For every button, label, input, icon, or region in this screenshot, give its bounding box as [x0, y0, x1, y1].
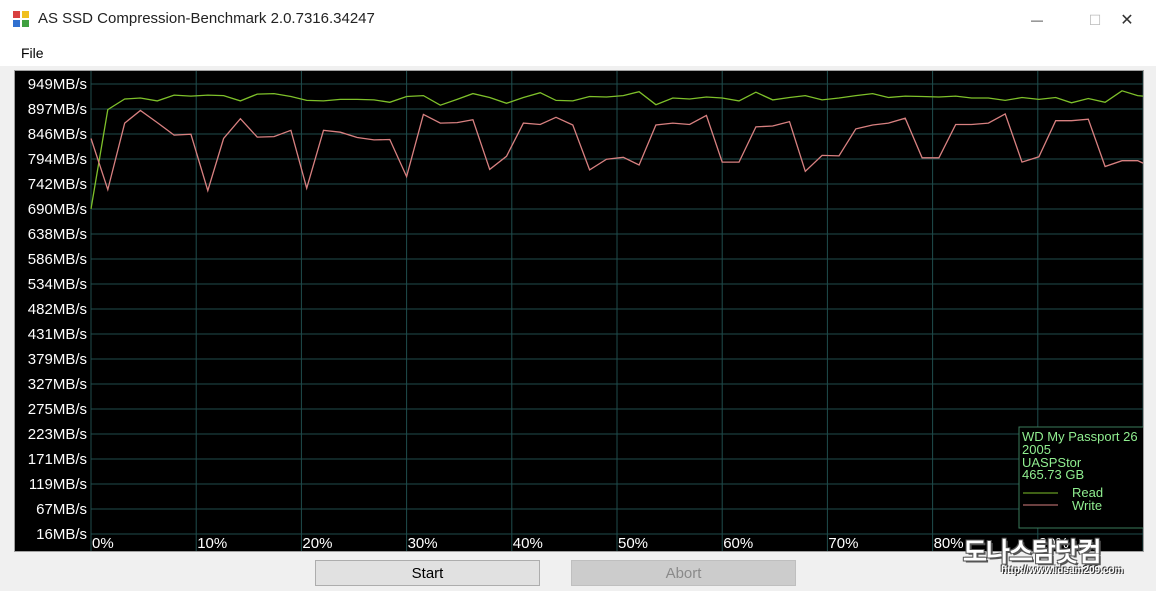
x-tick-label: 20% [302, 535, 332, 551]
y-axis-labels: 949MB/s 897MB/s 846MB/s 794MB/s 742MB/s 690MB… [28, 76, 87, 543]
y-tick-label: 742MB/s [28, 176, 87, 193]
y-tick-label: 949MB/s [28, 76, 87, 93]
x-tick-label: 50% [618, 535, 648, 551]
app-icon [13, 11, 29, 27]
y-tick-label: 275MB/s [28, 401, 87, 418]
legend-write-label: Write [1072, 498, 1102, 513]
minimize-icon: — [1031, 13, 1043, 27]
abort-button: Abort [571, 560, 796, 586]
x-tick-label: 40% [513, 535, 543, 551]
y-tick-label: 171MB/s [28, 451, 87, 468]
close-icon: ✕ [1120, 12, 1134, 29]
y-tick-label: 431MB/s [28, 326, 87, 343]
chart-grid [90, 71, 1143, 551]
x-tick-label: 70% [828, 535, 858, 551]
x-tick-label: 80% [934, 535, 964, 551]
x-tick-label: 30% [408, 535, 438, 551]
watermark: 도나스탐닷컴 http://www.idsam209.com [963, 532, 1143, 582]
watermark-url: http://www.idsam209.com [1001, 565, 1124, 576]
title-bar: AS SSD Compression-Benchmark 2.0.7316.34… [0, 0, 1156, 40]
watermark-text: 도나스탐닷컴 [963, 538, 1102, 568]
x-tick-label: 60% [723, 535, 753, 551]
y-tick-label: 586MB/s [28, 251, 87, 268]
chart-canvas: 949MB/s 897MB/s 846MB/s 794MB/s 742MB/s 690MB… [28, 71, 1143, 551]
menu-bar: File [0, 40, 1156, 66]
y-tick-label: 327MB/s [28, 376, 87, 393]
window-title: AS SSD Compression-Benchmark 2.0.7316.34… [38, 10, 375, 27]
benchmark-chart: 949MB/s 897MB/s 846MB/s 794MB/s 742MB/s 690MB… [14, 70, 1144, 552]
y-tick-label: 482MB/s [28, 301, 87, 318]
start-button[interactable]: Start [315, 560, 540, 586]
close-button[interactable]: ✕ [1098, 0, 1156, 40]
y-tick-label: 794MB/s [28, 151, 87, 168]
legend-device-size: 465.73 GB [1022, 467, 1084, 482]
y-tick-label: 67MB/s [36, 501, 87, 518]
x-tick-label: 10% [197, 535, 227, 551]
y-tick-label: 379MB/s [28, 351, 87, 368]
y-tick-label: 534MB/s [28, 276, 87, 293]
y-tick-label: 897MB/s [28, 101, 87, 118]
chart-legend: WD My Passport 26 2005 UASPStor 465.73 G… [1018, 426, 1143, 529]
y-tick-label: 16MB/s [36, 526, 87, 543]
y-tick-label: 846MB/s [28, 126, 87, 143]
y-tick-label: 638MB/s [28, 226, 87, 243]
menu-file[interactable]: File [21, 45, 44, 61]
y-tick-label: 119MB/s [29, 476, 87, 493]
y-tick-label: 223MB/s [28, 426, 87, 443]
minimize-button[interactable]: — [1008, 0, 1066, 40]
y-tick-label: 690MB/s [28, 201, 87, 218]
x-tick-label: 0% [92, 535, 114, 551]
